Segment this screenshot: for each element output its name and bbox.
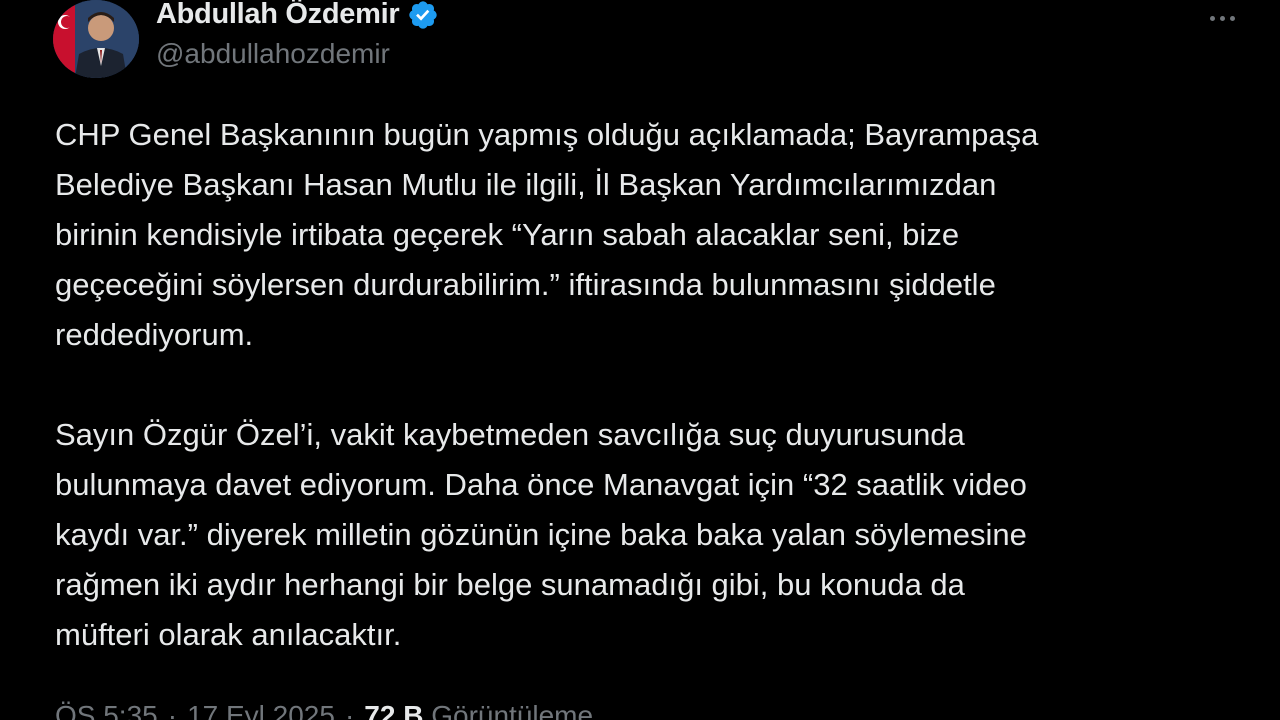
tweet-line: birinin kendisiyle irtibata geçerek “Yar…	[55, 217, 960, 252]
meta-separator: ·	[167, 700, 178, 720]
tweet-text: CHP Genel Başkanının bugün yapmış olduğu…	[55, 110, 1245, 660]
tweet-line: kaydı var.” diyerek milletin gözünün içi…	[55, 517, 1027, 552]
tweet-line: CHP Genel Başkanının bugün yapmış olduğu…	[55, 117, 1039, 152]
meta-separator: ·	[344, 700, 355, 720]
more-options-button[interactable]	[1194, 0, 1250, 36]
profile-photo	[53, 0, 139, 78]
views-label: Görüntüleme	[431, 700, 594, 720]
tweet-time[interactable]: ÖS 5:35	[55, 700, 158, 720]
author-header: Abdullah Özdemir	[156, 0, 439, 31]
views[interactable]: 72 B Görüntüleme	[364, 700, 593, 720]
author-display-name[interactable]: Abdullah Özdemir	[156, 0, 400, 31]
author-handle[interactable]: @abdullahozdemir	[156, 38, 390, 70]
tweet-line: Sayın Özgür Özel’i, vakit kaybetmeden sa…	[55, 417, 965, 452]
avatar[interactable]	[53, 0, 139, 78]
tweet-line: geçeceğini söylersen durdurabilirim.” if…	[55, 267, 996, 302]
tweet-line: bulunmaya davet ediyorum. Daha önce Mana…	[55, 467, 1027, 502]
tweet-line: Belediye Başkanı Hasan Mutlu ile ilgili,…	[55, 167, 997, 202]
tweet-line: rağmen iki aydır herhangi bir belge suna…	[55, 567, 965, 602]
views-count: 72 B	[364, 700, 424, 720]
tweet-line: reddediyorum.	[55, 317, 254, 352]
tweet-metadata: ÖS 5:35 · 17 Eyl 2025 · 72 B Görüntüleme	[55, 700, 593, 720]
tweet-line: müfteri olarak anılacaktır.	[55, 617, 402, 652]
more-horizontal-icon	[1209, 15, 1235, 21]
verified-badge-icon[interactable]	[407, 0, 439, 31]
tweet-date[interactable]: 17 Eyl 2025	[187, 700, 335, 720]
